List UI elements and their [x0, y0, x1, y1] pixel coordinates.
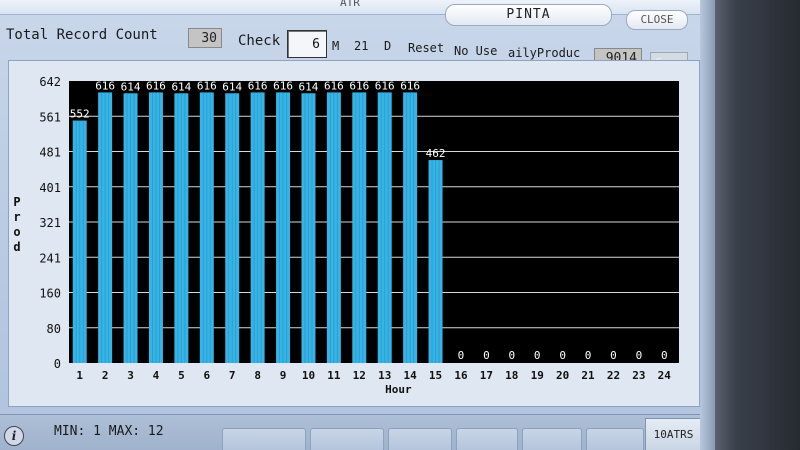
x-tick-label: 10 [302, 369, 315, 382]
y-tick-label: 561 [39, 110, 61, 124]
data-label: 616 [197, 79, 217, 92]
x-axis-label: Hour [385, 383, 412, 396]
data-label: 616 [273, 79, 293, 92]
data-label: 616 [248, 79, 268, 92]
x-tick-label: 8 [254, 369, 261, 382]
data-label: 0 [483, 349, 490, 362]
data-label: 0 [585, 349, 592, 362]
footer-tab-slot[interactable] [456, 428, 518, 450]
x-tick-label: 12 [353, 369, 366, 382]
footer-tab-slot[interactable] [310, 428, 384, 450]
data-label: 462 [426, 147, 446, 160]
data-label: 0 [636, 349, 643, 362]
x-tick-label: 16 [454, 369, 468, 382]
x-tick-label: 24 [658, 369, 672, 382]
y-axis-label-letter: d [13, 240, 20, 254]
x-tick-label: 20 [556, 369, 569, 382]
x-tick-label: 14 [404, 369, 418, 382]
x-tick-label: 13 [378, 369, 391, 382]
data-label: 614 [121, 80, 141, 93]
x-tick-label: 17 [480, 369, 493, 382]
screen-edge [700, 0, 716, 450]
y-axis-label-letter: P [13, 195, 20, 209]
y-tick-label: 401 [39, 181, 61, 195]
total-record-count-label: Total Record Count [6, 27, 158, 43]
x-tick-label: 2 [102, 369, 109, 382]
x-tick-label: 7 [229, 369, 236, 382]
daily-production-label: ailyProduc [508, 46, 581, 60]
y-axis-label-letter: r [13, 210, 20, 224]
footer-tab-slot[interactable] [222, 428, 306, 450]
x-tick-label: 23 [632, 369, 645, 382]
d-label: D [384, 39, 392, 53]
y-axis-label-letter: o [13, 225, 20, 239]
check-input[interactable]: 6 [287, 30, 327, 58]
x-tick-label: 3 [127, 369, 134, 382]
total-record-count-value: 30 [188, 28, 222, 48]
data-label: 552 [70, 108, 90, 121]
x-tick-label: 5 [178, 369, 185, 382]
info-icon[interactable]: i [4, 426, 24, 446]
x-tick-label: 6 [203, 369, 210, 382]
footer-tab-slot[interactable] [522, 428, 582, 450]
data-label: 614 [299, 80, 319, 93]
footer-tab-slot[interactable] [586, 428, 644, 450]
data-label: 0 [661, 349, 668, 362]
no-use-button[interactable]: No Use [454, 44, 497, 58]
app-screen: ATR PINTA CLOSE Total Record Count 30 Ch… [0, 0, 800, 450]
data-label: 616 [324, 79, 344, 92]
m-label: M [332, 39, 340, 53]
x-tick-label: 22 [607, 369, 620, 382]
data-label: 0 [534, 349, 541, 362]
x-tick-label: 18 [505, 369, 518, 382]
x-tick-label: 4 [153, 369, 160, 382]
y-tick-label: 321 [39, 216, 61, 230]
x-tick-label: 9 [280, 369, 287, 382]
reset-button[interactable]: Reset [408, 41, 444, 55]
check-label: Check [238, 33, 281, 49]
min-max-readout: MIN: 1 MAX: 12 [54, 424, 164, 439]
chart-panel: 0 80 160 241 321 401 481 561 642 Pr o d 552 1 616 2 614 3… [8, 60, 700, 407]
y-tick-label: 241 [39, 251, 61, 265]
y-tick-label: 160 [39, 287, 61, 301]
data-label: 0 [458, 349, 465, 362]
data-label: 614 [171, 80, 191, 93]
x-tick-label: 1 [76, 369, 83, 382]
x-tick-label: 11 [327, 369, 341, 382]
data-label: 0 [559, 349, 566, 362]
title-strip-text: ATR [340, 0, 360, 9]
data-label: 616 [95, 79, 115, 92]
monitor-bezel [715, 0, 800, 450]
data-label: 616 [400, 79, 420, 92]
data-label: 614 [222, 80, 242, 93]
data-label: 0 [508, 349, 515, 362]
data-label: 616 [146, 79, 166, 92]
data-label: 616 [349, 79, 369, 92]
production-chart: 080160241321401481561642Prod552161626143… [13, 75, 679, 396]
app-title: PINTA [445, 4, 612, 26]
x-tick-label: 15 [429, 369, 442, 382]
x-tick-label: 19 [531, 369, 544, 382]
y-tick-label: 481 [39, 146, 61, 160]
close-button[interactable]: CLOSE [626, 10, 688, 30]
y-tick-label: 642 [39, 75, 61, 89]
y-tick-label: 0 [54, 357, 61, 371]
tab-10atrs[interactable]: 10ATRS [645, 418, 702, 450]
footer-tab-slot[interactable] [388, 428, 452, 450]
day-value: 21 [354, 39, 369, 53]
data-label: 0 [610, 349, 617, 362]
x-tick-label: 21 [581, 369, 595, 382]
y-tick-label: 80 [47, 322, 61, 336]
data-label: 616 [375, 79, 395, 92]
